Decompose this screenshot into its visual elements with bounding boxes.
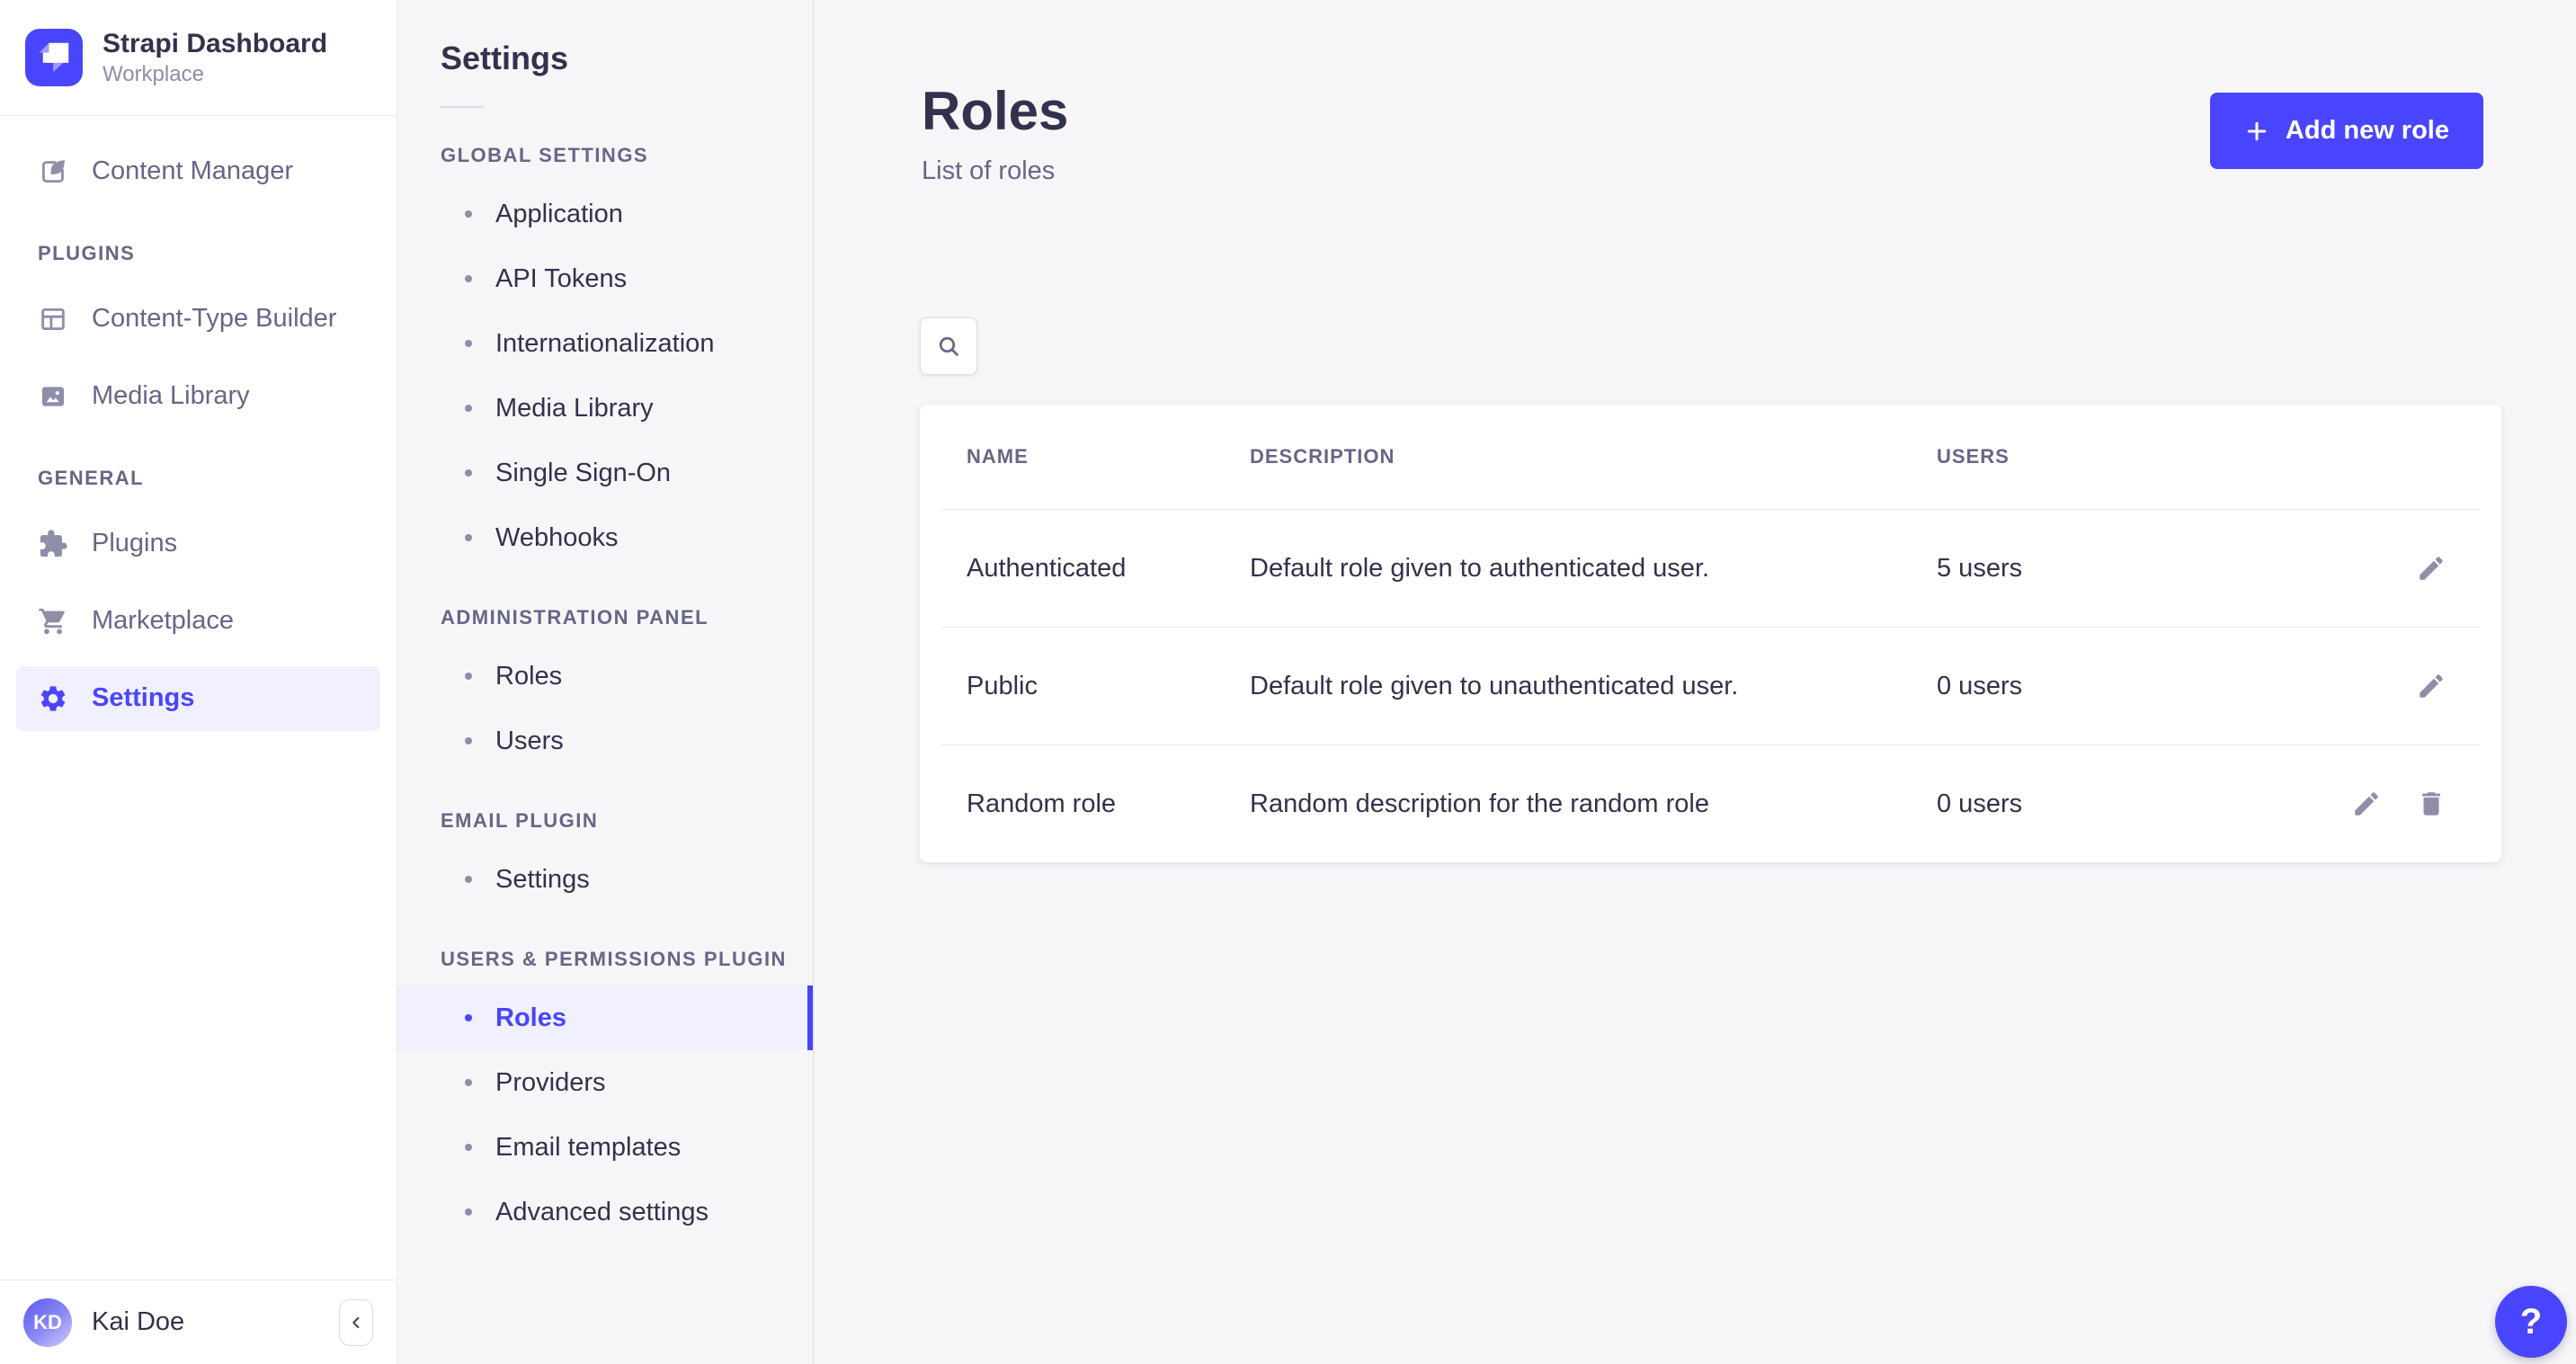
table-row-authenticated[interactable]: Authenticated Default role given to auth… — [920, 510, 2501, 627]
question-mark-icon: ? — [2520, 1302, 2542, 1342]
sidebar-item-label: Settings — [92, 683, 194, 713]
subnav-item-media-library[interactable]: Media Library — [397, 376, 813, 441]
settings-gear-icon — [38, 683, 68, 714]
sidebar-item-label: Marketplace — [92, 606, 234, 636]
workspace-switcher[interactable]: Strapi Dashboard Workplace — [0, 0, 397, 116]
roles-table: NAME DESCRIPTION USERS Authenticated Def… — [920, 405, 2501, 862]
media-library-icon — [38, 381, 68, 412]
sidebar-item-plugins[interactable]: Plugins — [16, 512, 380, 576]
user-menu[interactable]: KD Kai Doe — [23, 1298, 184, 1347]
subnav-item-webhooks[interactable]: Webhooks — [397, 505, 813, 570]
collapse-sidebar-button[interactable] — [339, 1299, 373, 1346]
plus-icon — [2244, 119, 2269, 144]
subnav-item-application[interactable]: Application — [397, 182, 813, 246]
subnav-item-email-settings[interactable]: Settings — [397, 847, 813, 912]
sidebar-item-marketplace[interactable]: Marketplace — [16, 589, 380, 654]
content-manager-icon — [38, 156, 68, 187]
add-new-role-button[interactable]: Add new role — [2210, 93, 2483, 169]
search-icon — [935, 333, 962, 360]
delete-role-button[interactable] — [2411, 784, 2451, 824]
bullet-icon — [465, 340, 472, 347]
sidebar-item-label: Media Library — [92, 381, 250, 411]
bullet-icon — [465, 673, 472, 680]
sidebar-item-label: Content Manager — [92, 156, 293, 186]
strapi-admin-app: Strapi Dashboard Workplace Content Manag… — [0, 0, 2576, 1364]
subnav-item-internationalization[interactable]: Internationalization — [397, 311, 813, 376]
subnav-item-email-templates[interactable]: Email templates — [397, 1115, 813, 1180]
role-description: Random description for the random role — [1250, 789, 1937, 819]
bullet-icon — [465, 534, 472, 541]
bullet-icon — [465, 1208, 472, 1216]
bullet-icon — [465, 275, 472, 282]
strapi-logo-icon — [25, 29, 83, 86]
bullet-icon — [465, 1079, 472, 1086]
edit-role-button[interactable] — [2347, 784, 2386, 824]
table-row-random-role[interactable]: Random role Random description for the r… — [920, 745, 2501, 862]
subnav-section-email-plugin: EMAIL PLUGIN — [397, 809, 813, 847]
user-name: Kai Doe — [92, 1307, 184, 1337]
sidebar-item-content-type-builder[interactable]: Content-Type Builder — [16, 287, 380, 352]
plugins-icon — [38, 529, 68, 559]
sidebar-item-label: Plugins — [92, 529, 177, 558]
avatar: KD — [23, 1298, 72, 1347]
trash-icon — [2416, 789, 2447, 819]
subnav-item-advanced-settings[interactable]: Advanced settings — [397, 1180, 813, 1244]
nav-section-plugins: PLUGINS — [0, 217, 397, 287]
sidebar-footer: KD Kai Doe — [0, 1279, 397, 1364]
subnav-section-users-permissions-plugin: USERS & PERMISSIONS PLUGIN — [397, 948, 813, 985]
bullet-icon — [465, 1144, 472, 1151]
role-users-count: 5 users — [1937, 554, 2271, 584]
sidebar-item-label: Content-Type Builder — [92, 304, 336, 334]
table-row-public[interactable]: Public Default role given to unauthentic… — [920, 628, 2501, 744]
role-users-count: 0 users — [1937, 672, 2271, 701]
edit-role-button[interactable] — [2411, 548, 2451, 588]
subnav-divider — [441, 106, 484, 108]
marketplace-icon — [38, 606, 68, 637]
sidebar-item-settings[interactable]: Settings — [16, 666, 380, 731]
page-title: Roles — [922, 85, 1068, 138]
bullet-icon — [465, 876, 472, 883]
settings-subnav: Settings GLOBAL SETTINGS Application API… — [397, 0, 814, 1364]
workspace-subtitle: Workplace — [103, 61, 327, 88]
help-button[interactable]: ? — [2495, 1286, 2567, 1358]
edit-role-button[interactable] — [2411, 666, 2451, 706]
nav-section-general: GENERAL — [0, 441, 397, 512]
edit-pencil-icon — [2351, 789, 2382, 819]
subnav-title: Settings — [397, 0, 813, 77]
subnav-item-admin-roles[interactable]: Roles — [397, 644, 813, 709]
main-content: Roles List of roles Add new role NAME — [814, 0, 2576, 1364]
bullet-icon — [465, 210, 472, 218]
edit-pencil-icon — [2416, 553, 2447, 584]
search-button[interactable] — [920, 317, 977, 375]
subnav-section-administration-panel: ADMINISTRATION PANEL — [397, 606, 813, 644]
bullet-icon — [465, 469, 472, 477]
subnav-item-admin-users[interactable]: Users — [397, 709, 813, 773]
column-header-users: USERS — [1937, 445, 2271, 468]
subnav-section-global-settings: GLOBAL SETTINGS — [397, 144, 813, 182]
main-navigation: Strapi Dashboard Workplace Content Manag… — [0, 0, 397, 1364]
table-header-row: NAME DESCRIPTION USERS — [920, 405, 2501, 509]
subnav-item-providers[interactable]: Providers — [397, 1050, 813, 1115]
page-subtitle: List of roles — [922, 156, 1068, 186]
subnav-item-api-tokens[interactable]: API Tokens — [397, 246, 813, 311]
subnav-item-single-sign-on[interactable]: Single Sign-On — [397, 441, 813, 505]
subnav-item-up-roles[interactable]: Roles — [397, 985, 813, 1050]
chevron-left-icon — [346, 1313, 366, 1333]
role-name: Authenticated — [967, 554, 1250, 584]
sidebar-item-content-manager[interactable]: Content Manager — [16, 139, 380, 204]
role-name: Random role — [967, 789, 1250, 819]
role-name: Public — [967, 672, 1250, 701]
content-type-builder-icon — [38, 304, 68, 334]
role-users-count: 0 users — [1937, 789, 2271, 819]
column-header-name: NAME — [967, 445, 1250, 468]
column-header-description: DESCRIPTION — [1250, 445, 1937, 468]
bullet-icon — [465, 405, 472, 412]
sidebar-item-media-library[interactable]: Media Library — [16, 364, 380, 429]
edit-pencil-icon — [2416, 671, 2447, 701]
workspace-title: Strapi Dashboard — [103, 27, 327, 61]
role-description: Default role given to unauthenticated us… — [1250, 672, 1937, 701]
bullet-icon — [465, 1014, 472, 1021]
bullet-icon — [465, 737, 472, 744]
role-description: Default role given to authenticated user… — [1250, 554, 1937, 584]
